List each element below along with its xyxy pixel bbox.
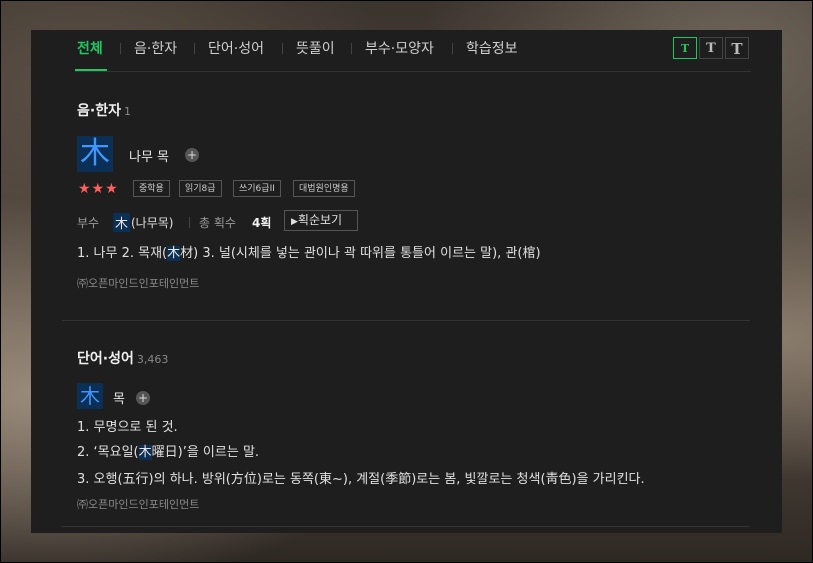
word-definition-2: 2. ‘목요일(木曜日)’을 이르는 말. bbox=[77, 445, 260, 460]
dictionary-panel: 전체 음·한자 단어·성어 뜻풀이 부수·모양자 학습정보 T T T 음·한자… bbox=[31, 30, 782, 533]
radical-name: (나무목) bbox=[131, 216, 174, 230]
add-wordbook-icon[interactable]: + bbox=[185, 148, 199, 162]
add-wordbook-icon[interactable]: + bbox=[136, 391, 150, 405]
importance-stars: ★★★ bbox=[78, 181, 119, 197]
reading-level-tag: 읽기8급 bbox=[179, 180, 222, 197]
tab-words[interactable]: 단어·성어 bbox=[208, 38, 264, 58]
font-size-small-button[interactable]: T bbox=[673, 37, 697, 59]
word-hanja-character[interactable]: 木 bbox=[77, 383, 103, 409]
section-divider bbox=[62, 320, 750, 321]
section-divider bbox=[62, 526, 750, 527]
writing-level-tag: 쓰기6급II bbox=[233, 180, 281, 197]
tab-separator bbox=[351, 43, 352, 54]
hanja-definition: 1. 나무 2. 목재(木材) 3. 널(시체를 넣는 관이나 곽 따위를 통틀… bbox=[77, 246, 541, 261]
word-reading[interactable]: 목 bbox=[113, 388, 125, 407]
stroke-count-value: 4획 bbox=[252, 216, 272, 230]
radical-character[interactable]: 木 bbox=[113, 213, 131, 232]
grade-tag: 중학용 bbox=[133, 180, 170, 197]
stroke-order-label: 획순보기 bbox=[297, 213, 343, 227]
active-tab-indicator bbox=[75, 69, 107, 71]
source-credit: ㈜오픈마인드인포테인먼트 bbox=[77, 498, 200, 511]
highlighted-hanja[interactable]: 木 bbox=[138, 445, 152, 460]
hanja-section-title: 음·한자 1 bbox=[77, 103, 131, 119]
name-use-tag: 대법원인명용 bbox=[293, 180, 355, 197]
hanja-reading[interactable]: 나무 목 bbox=[129, 146, 169, 165]
word-definition-1: 1. 무명으로 된 것. bbox=[77, 420, 178, 435]
source-credit: ㈜오픈마인드인포테인먼트 bbox=[77, 277, 200, 290]
font-size-medium-button[interactable]: T bbox=[699, 37, 723, 59]
tab-all[interactable]: 전체 bbox=[77, 38, 103, 58]
tab-separator bbox=[194, 43, 195, 54]
info-separator bbox=[189, 217, 190, 228]
stroke-count-label: 총 획수 bbox=[199, 216, 236, 230]
highlighted-hanja[interactable]: 木 bbox=[167, 246, 181, 261]
play-icon: ▶ bbox=[291, 217, 298, 227]
tab-meaning[interactable]: 뜻풀이 bbox=[296, 38, 335, 58]
tab-reading-hanja[interactable]: 음·한자 bbox=[134, 38, 177, 58]
hanja-section-count: 1 bbox=[123, 105, 131, 118]
word-section-title: 단어·성어 3,463 bbox=[77, 351, 169, 367]
tab-separator bbox=[282, 43, 283, 54]
font-size-large-button[interactable]: T bbox=[725, 37, 749, 59]
word-section-count: 3,463 bbox=[136, 353, 169, 366]
tab-separator bbox=[120, 43, 121, 54]
tab-radical[interactable]: 부수·모양자 bbox=[365, 38, 434, 58]
tab-separator bbox=[452, 43, 453, 54]
word-definition-3: 3. 오행(五行)의 하나. 방위(方位)로는 동쪽(東~), 계절(季節)로는… bbox=[77, 472, 645, 487]
hanja-character[interactable]: 木 bbox=[77, 136, 113, 172]
tab-study-info[interactable]: 학습정보 bbox=[466, 38, 518, 58]
radical-label: 부수 bbox=[77, 216, 100, 230]
stroke-order-button[interactable]: ▶획순보기 bbox=[284, 210, 358, 231]
